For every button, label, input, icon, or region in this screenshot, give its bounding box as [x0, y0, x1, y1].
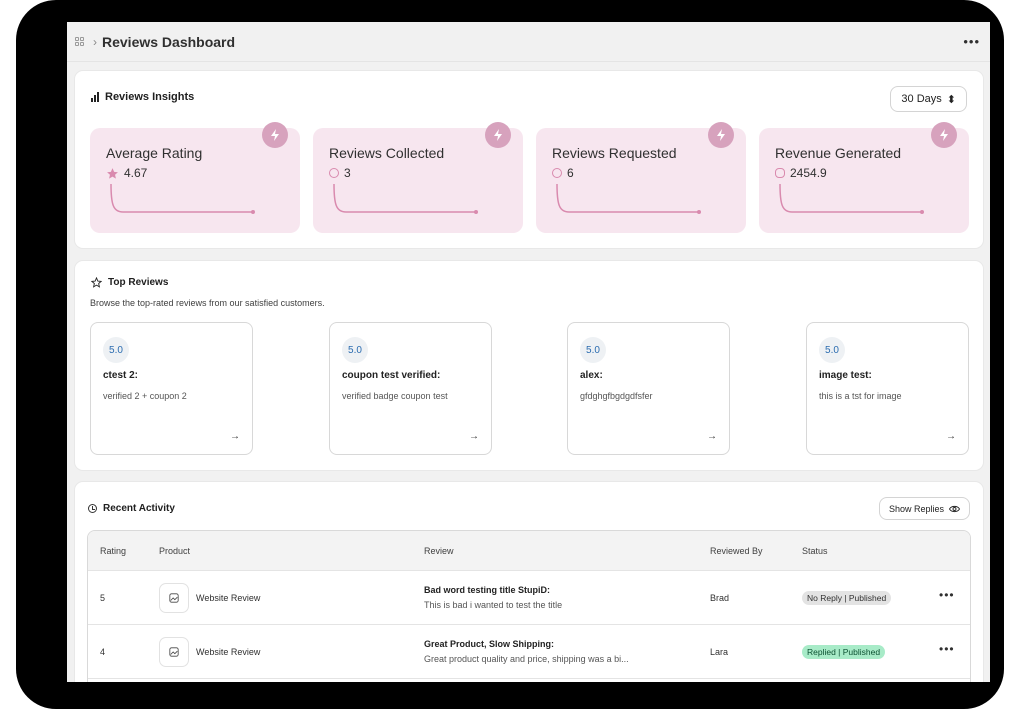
eye-icon: [949, 505, 960, 512]
review-card[interactable]: 5.0 image test: this is a tst for image …: [806, 322, 969, 455]
show-replies-button[interactable]: Show Replies: [878, 497, 970, 520]
stat-card-revenue-generated[interactable]: Revenue Generated 2454.9: [759, 122, 969, 233]
review-score: 5.0: [342, 337, 368, 363]
sparkline: [333, 184, 478, 214]
stat-value-row: 4.67: [106, 166, 147, 180]
top-reviews-card: Top Reviews Browse the top-rated reviews…: [75, 261, 983, 470]
status-badge: Replied | Published: [802, 645, 886, 659]
more-actions-icon[interactable]: •••: [963, 34, 980, 49]
stat-value-row: 2454.9: [775, 166, 827, 180]
lightning-icon: [262, 122, 288, 148]
review-body: verified badge coupon test: [342, 391, 448, 401]
column-header-reviewed-by: Reviewed By: [710, 546, 763, 556]
activity-table: Rating Product Review Reviewed By Status…: [87, 530, 971, 682]
sparkline: [110, 184, 255, 214]
top-bar: › Reviews Dashboard •••: [67, 22, 990, 62]
row-rating: 5: [100, 593, 106, 603]
lightning-icon: [931, 122, 957, 148]
row-more-icon[interactable]: •••: [939, 588, 955, 602]
row-reviewer: Brad: [710, 593, 730, 603]
review-score: 5.0: [819, 337, 845, 363]
star-outline-icon: [91, 277, 102, 288]
page-title: Reviews Dashboard: [102, 33, 236, 50]
arrow-right-icon[interactable]: →: [707, 431, 717, 442]
row-product: Website Review: [196, 593, 261, 603]
table-row[interactable]: 4 Website Review Great Product, Slow Shi…: [88, 625, 970, 679]
stat-value-row: 3: [329, 166, 351, 180]
lightning-icon: [708, 122, 734, 148]
coins-icon: [775, 168, 785, 178]
row-review-body: Great product quality and price, shippin…: [424, 654, 629, 664]
review-body: this is a tst for image: [819, 391, 902, 401]
review-score: 5.0: [580, 337, 606, 363]
arrow-right-icon[interactable]: →: [230, 431, 240, 442]
stat-card-reviews-requested[interactable]: Reviews Requested 6: [536, 122, 746, 233]
recent-activity-card: Recent Activity Show Replies Rating Prod…: [75, 482, 983, 682]
row-rating: 4: [100, 647, 106, 657]
column-header-review: Review: [424, 546, 454, 556]
insights-card: Reviews Insights 30 Days ⬍ Average Ratin…: [75, 71, 983, 248]
stat-label: Reviews Requested: [552, 145, 677, 161]
review-card[interactable]: 5.0 ctest 2: verified 2 + coupon 2 →: [90, 322, 253, 455]
row-review-title: Great Product, Slow Shipping:: [424, 639, 555, 649]
review-card[interactable]: 5.0 alex: gfdghgfbgdgdfsfer →: [567, 322, 730, 455]
top-reviews-header: Top Reviews: [91, 277, 168, 288]
breadcrumb-separator: ›: [93, 34, 97, 49]
lightning-icon: [485, 122, 511, 148]
chevron-updown-icon: ⬍: [946, 93, 956, 106]
sparkline: [779, 184, 924, 214]
review-title: image test:: [819, 370, 872, 381]
review-title: ctest 2:: [103, 370, 139, 381]
insights-header: Reviews Insights: [91, 91, 194, 103]
status-badge: No Reply | Published: [802, 591, 892, 605]
upload-circle-icon: [552, 168, 562, 178]
table-row[interactable]: 5 Website Review Bad word testing title …: [88, 571, 970, 625]
stat-label: Reviews Collected: [329, 145, 445, 161]
recent-activity-title: Recent Activity: [103, 503, 175, 514]
arrow-right-icon[interactable]: →: [946, 431, 956, 442]
column-header-rating: Rating: [100, 546, 127, 556]
top-reviews-subtitle: Browse the top-rated reviews from our sa…: [90, 298, 325, 308]
clock-icon: [88, 504, 97, 513]
column-header-product: Product: [159, 546, 191, 556]
apps-grid-icon[interactable]: [75, 36, 85, 47]
show-replies-label: Show Replies: [888, 503, 944, 514]
insights-title: Reviews Insights: [105, 91, 195, 103]
stat-value: 2454.9: [790, 166, 827, 180]
review-body: gfdghgfbgdgdfsfer: [580, 391, 653, 401]
row-review-body: This is bad i wanted to test the title: [424, 600, 563, 610]
stat-value: 6: [567, 166, 574, 180]
review-title: coupon test verified:: [342, 370, 441, 381]
row-review-title: Bad word testing title StupiD:: [424, 585, 550, 595]
row-reviewer: Lara: [710, 647, 729, 657]
stat-card-reviews-collected[interactable]: Reviews Collected 3: [313, 122, 523, 233]
star-icon: [107, 167, 118, 179]
row-product: Website Review: [196, 647, 261, 657]
review-card[interactable]: 5.0 coupon test verified: verified badge…: [329, 322, 492, 455]
column-header-status: Status: [802, 546, 828, 556]
stat-label: Average Rating: [106, 145, 203, 161]
device-frame: › Reviews Dashboard ••• Reviews Insights…: [16, 0, 1004, 709]
arrow-right-icon[interactable]: →: [469, 431, 479, 442]
stat-card-average-rating[interactable]: Average Rating 4.67: [90, 122, 300, 233]
stat-value: 4.67: [124, 166, 148, 180]
stat-value-row: 6: [552, 166, 574, 180]
review-title: alex:: [580, 370, 603, 381]
review-body: verified 2 + coupon 2: [103, 391, 187, 401]
image-placeholder-icon: [159, 583, 189, 613]
top-reviews-title: Top Reviews: [108, 277, 169, 288]
review-score: 5.0: [103, 337, 129, 363]
row-more-icon[interactable]: •••: [939, 642, 955, 656]
download-circle-icon: [329, 168, 339, 178]
app-screen: › Reviews Dashboard ••• Reviews Insights…: [67, 22, 990, 682]
stat-value: 3: [344, 166, 351, 180]
recent-activity-header: Recent Activity: [88, 503, 175, 514]
table-header: Rating Product Review Reviewed By Status: [88, 531, 970, 571]
image-placeholder-icon: [159, 637, 189, 667]
sparkline: [556, 184, 701, 214]
bar-chart-icon: [91, 92, 99, 102]
period-select[interactable]: 30 Days ⬍: [890, 86, 967, 112]
period-value: 30 Days: [901, 93, 942, 105]
stat-label: Revenue Generated: [775, 145, 902, 161]
